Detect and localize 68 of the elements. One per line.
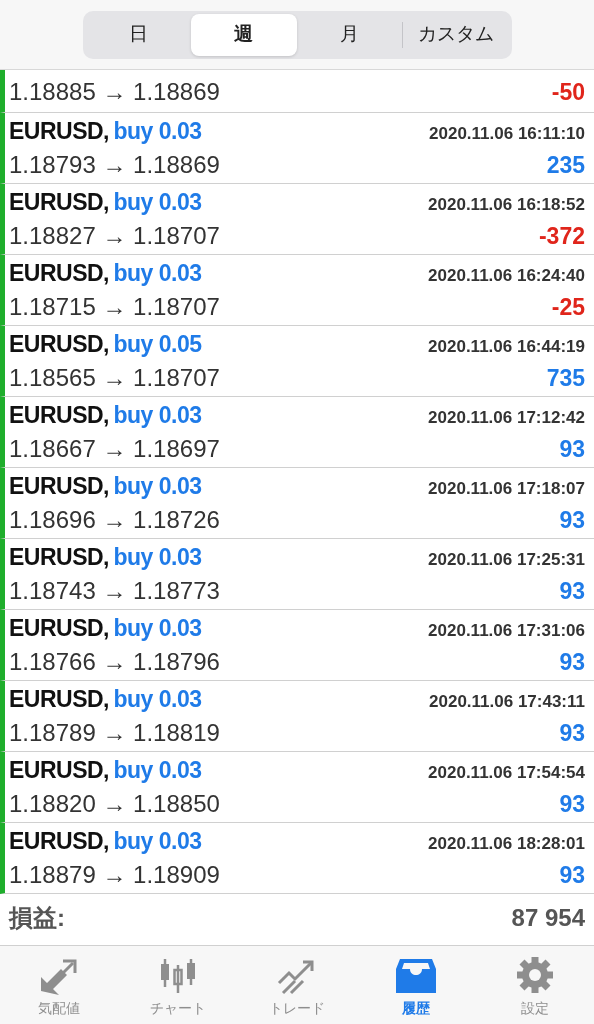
period-tab[interactable]: カスタム (403, 13, 509, 56)
symbol-text: EURUSD, (9, 827, 109, 854)
deal-row[interactable]: EURUSD, buy 0.03 2020.11.06 18:28:01 1.18879 → 1.18909 93 (0, 823, 594, 894)
time-text: 2020.11.06 17:12:42 (428, 406, 585, 429)
symbol-text: EURUSD, (9, 401, 109, 428)
prices-text: 1.18667 → 1.18697 (9, 433, 220, 464)
time-text: 2020.11.06 16:18:52 (428, 193, 585, 216)
prices-text: 1.18793 → 1.18869 (9, 149, 220, 180)
profit-text: 93 (559, 647, 585, 677)
deal-row[interactable]: EURUSD, buy 0.03 2020.11.06 16:18:52 1.18827 → 1.18707 -372 (0, 184, 594, 255)
profit-text: 93 (559, 434, 585, 464)
time-text: 2020.11.06 17:25:31 (428, 548, 585, 571)
order-text: buy 0.03 (113, 827, 202, 854)
prices-text: 1.18789 → 1.18819 (9, 717, 220, 748)
time-text: 2020.11.06 18:28:01 (428, 832, 585, 855)
symbol-text: EURUSD, (9, 543, 109, 570)
prices-text: 1.18766 → 1.18796 (9, 646, 220, 677)
order-text: buy 0.03 (113, 614, 202, 641)
prices-text: 1.18743 → 1.18773 (9, 575, 220, 606)
symbol-text: EURUSD, (9, 756, 109, 783)
deal-row[interactable]: 1.18885 → 1.18869 -50 (0, 70, 594, 113)
prices-text: 1.18820 → 1.18850 (9, 788, 220, 819)
symbol-text: EURUSD, (9, 188, 109, 215)
profit-text: -50 (551, 78, 585, 107)
period-tab[interactable]: 日 (85, 13, 191, 56)
order-text: buy 0.03 (113, 188, 202, 215)
profit-text: 93 (559, 860, 585, 890)
prices-text: 1.18565 → 1.18707 (9, 362, 220, 393)
symbol-text: EURUSD, (9, 330, 109, 357)
period-tab[interactable]: 月 (296, 13, 402, 56)
summary-value: 87 954 (511, 903, 585, 933)
time-text: 2020.11.06 17:18:07 (428, 477, 585, 500)
time-text: 2020.11.06 17:54:54 (428, 761, 585, 784)
time-text: 2020.11.06 17:43:11 (429, 690, 585, 713)
profit-text: 93 (559, 789, 585, 819)
profit-text: 235 (546, 150, 585, 180)
prices-text: 1.18827 → 1.18707 (9, 220, 220, 251)
order-text: buy 0.05 (113, 330, 202, 357)
symbol-text: EURUSD, (9, 259, 109, 286)
order-text: buy 0.03 (113, 401, 202, 428)
symbol-text: EURUSD, (9, 472, 109, 499)
profit-text: -372 (538, 221, 585, 251)
profit-text: 93 (559, 505, 585, 535)
prices-text: 1.18696 → 1.18726 (9, 504, 220, 535)
order-text: buy 0.03 (113, 259, 202, 286)
prices-text: 1.18879 → 1.18909 (9, 859, 220, 890)
profit-text: 735 (546, 363, 585, 393)
period-tab[interactable]: 週 (191, 13, 297, 56)
symbol-text: EURUSD, (9, 117, 109, 144)
order-text: buy 0.03 (113, 685, 202, 712)
order-text: buy 0.03 (113, 117, 202, 144)
symbol-text: EURUSD, (9, 685, 109, 712)
time-text: 2020.11.06 17:31:06 (428, 619, 585, 642)
profit-text: -25 (551, 292, 585, 322)
deal-row[interactable]: EURUSD, buy 0.03 2020.11.06 16:24:40 1.18715 → 1.18707 -25 (0, 255, 594, 326)
time-text: 2020.11.06 16:44:19 (428, 335, 585, 358)
prices-text: 1.18715 → 1.18707 (9, 291, 220, 322)
profit-text: 93 (559, 576, 585, 606)
order-text: buy 0.03 (113, 756, 202, 783)
time-text: 2020.11.06 16:11:10 (429, 122, 585, 145)
symbol-text: EURUSD, (9, 614, 109, 641)
prices-text: 1.18885 → 1.18869 (9, 77, 220, 107)
order-text: buy 0.03 (113, 543, 202, 570)
order-text: buy 0.03 (113, 472, 202, 499)
tab-bar-item[interactable]: 履歴 (356, 946, 476, 1024)
summary-label: 損益: (9, 903, 65, 933)
time-text: 2020.11.06 16:24:40 (428, 264, 585, 287)
profit-text: 93 (559, 718, 585, 748)
